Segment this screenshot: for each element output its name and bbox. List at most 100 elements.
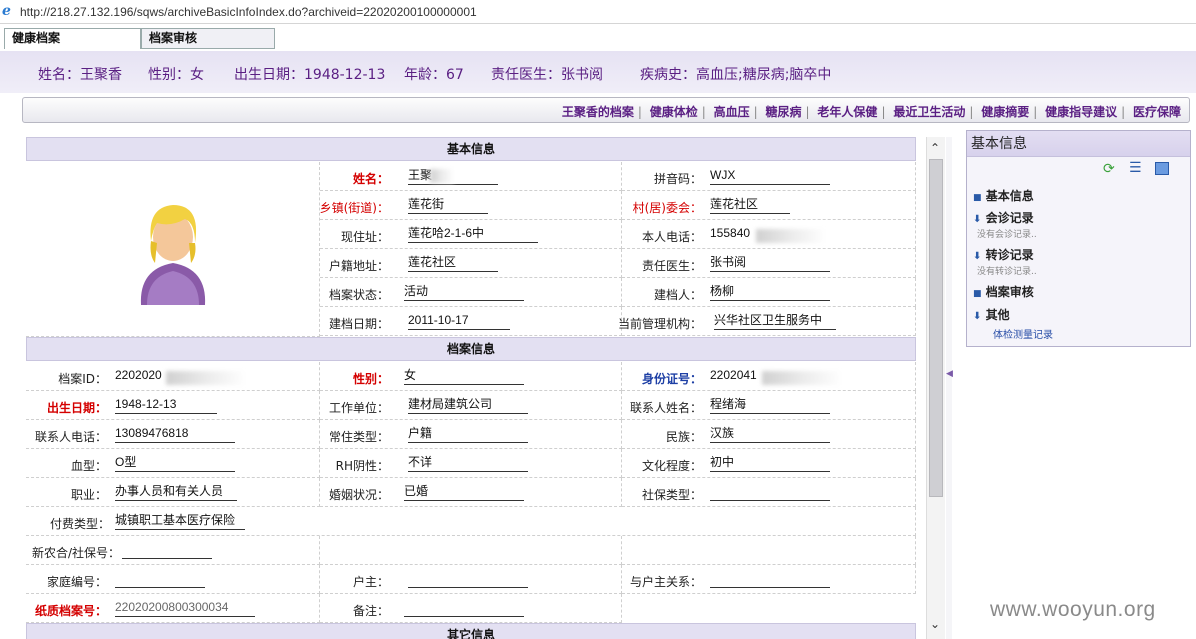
field-family[interactable] [115,569,205,588]
scroll-up-icon[interactable]: ⌃ [930,141,940,155]
cell-family: 家庭编号： [26,565,320,594]
cell-nccms: 新农合/社保号： [26,536,320,565]
list-icon[interactable]: ☰ [1129,160,1142,176]
field-job[interactable]: 办事人员和有关人员 [115,482,237,501]
cell-education: 文化程度： 初中 [622,449,916,478]
nav-link-my-archive[interactable]: 王聚香的档案 [562,105,634,119]
field-doctor[interactable]: 张书阅 [710,253,830,272]
url-text[interactable]: http://218.27.132.196/sqws/archiveBasicI… [20,5,477,19]
field-org[interactable]: 兴华社区卫生服务中 [714,311,836,330]
cell-hukou: 户籍地址： 莲花社区 [320,249,622,278]
nav-separator: | [881,105,886,119]
side-item-other[interactable]: ⬇ 其他 [973,306,1010,323]
vertical-scrollbar[interactable]: ⌃ ⌄ [926,137,945,639]
label-phone: 本人电话： [641,230,702,244]
label-pinyin: 拼音码： [653,172,702,186]
nav-separator: | [753,105,758,119]
cell-residence: 常住类型： 户籍 [320,420,622,449]
cell-org: 当前管理机构： 兴华社区卫生服务中 [618,307,916,336]
field-relation[interactable] [710,569,830,588]
header-gender: 性别：女 [148,67,204,83]
nav-separator: | [701,105,706,119]
nav-link-recent-activity[interactable]: 最近卫生活动 [893,105,965,119]
redaction-blur [430,169,454,183]
label-paper: 纸质档案号： [34,604,107,618]
field-address[interactable]: 莲花哈2-1-6中 [408,224,538,243]
bullet-icon: ■ [973,289,982,299]
cell-relation: 与户主关系： [622,565,916,594]
label-rh: RH阴性： [335,459,389,473]
nav-link-checkup[interactable]: 健康体检 [650,105,698,119]
field-pinyin[interactable]: WJX [710,166,830,185]
field-status[interactable]: 活动 [404,282,524,301]
field-village[interactable]: 莲花社区 [710,195,790,214]
nav-link-elderly[interactable]: 老年人保健 [817,105,877,119]
field-nccms[interactable] [122,540,212,559]
label-work: 工作单位： [328,401,389,415]
side-item-referral[interactable]: ⬇ 转诊记录 [973,246,1034,263]
tab-health-archive[interactable]: 健康档案 [4,28,141,49]
field-blood[interactable]: O型 [115,453,235,472]
scroll-down-icon[interactable]: ⌄ [930,617,940,631]
field-head[interactable] [408,569,528,588]
side-link-measurement[interactable]: 体检测量记录 [993,326,1053,341]
cell-job: 职业： 办事人员和有关人员 [26,478,320,507]
grid-view-icon[interactable] [1155,162,1169,175]
nav-separator: | [1121,105,1126,119]
scroll-thumb[interactable] [929,159,943,497]
field-marriage[interactable]: 已婚 [404,482,524,501]
field-archive-id[interactable]: 2202020 [115,366,170,385]
side-item-basic-info[interactable]: ■ 基本信息 [973,187,1034,204]
field-hukou[interactable]: 莲花社区 [408,253,498,272]
cell-rh: RH阴性： 不详 [320,449,622,478]
cell-gender: 性别： 女 [320,362,622,391]
nav-link-insurance[interactable]: 医疗保障 [1133,105,1181,119]
field-contact-phone[interactable]: 13089476818 [115,424,235,443]
side-item-consult[interactable]: ⬇ 会诊记录 [973,209,1034,226]
label-ethnic: 民族： [665,430,702,444]
field-dob[interactable]: 1948-12-13 [115,395,217,414]
nav-link-summary[interactable]: 健康摘要 [981,105,1029,119]
nav-link-hypertension[interactable]: 高血压 [714,105,750,119]
field-social[interactable] [710,482,830,501]
side-panel: 基本信息 ⟳ ☰ ■ 基本信息 ⬇ 会诊记录 没有会诊记录.. ⬇ 转诊记录 没… [966,130,1191,347]
field-contact[interactable]: 程绪海 [710,395,830,414]
label-name: 姓名： [352,172,389,186]
download-arrow-icon: ⬇ [973,214,982,225]
cell-note: 备注： [320,594,622,623]
label-creator: 建档人： [653,288,702,302]
tab-archive-review[interactable]: 档案审核 [141,28,275,49]
field-paper[interactable]: 22020200800300034 [115,598,255,617]
field-residence[interactable]: 户籍 [408,424,528,443]
section-basic-info: 基本信息 [26,137,916,161]
field-rh[interactable]: 不详 [408,453,528,472]
collapse-arrow-icon[interactable]: ◀ [946,369,953,379]
field-work[interactable]: 建材局建筑公司 [408,395,528,414]
field-pay[interactable]: 城镇职工基本医疗保险 [115,511,245,530]
cell-marriage: 婚姻状况： 已婚 [320,478,622,507]
field-note[interactable] [404,598,524,617]
section-archive-info: 档案信息 [26,337,916,361]
download-arrow-icon: ⬇ [973,251,982,262]
cell-town: 乡镇(街道)： 莲花街 [320,191,622,220]
cell-paper: 纸质档案号： 22020200800300034 [26,594,320,623]
nav-link-diabetes[interactable]: 糖尿病 [766,105,802,119]
field-creator[interactable]: 杨柳 [710,282,830,301]
field-education[interactable]: 初中 [710,453,830,472]
archive-form: 基本信息 姓名： 王聚 拼音码： WJX 乡镇(街道)： 莲花街 村(居)委会： 莲花社… [26,137,916,639]
field-date[interactable]: 2011-10-17 [408,311,510,330]
cell-social: 社保类型： [622,478,916,507]
field-idcard[interactable]: 2202041 [710,366,765,385]
splitter-handle[interactable]: ◀ [946,137,953,639]
field-phone[interactable]: 155840 [710,224,760,243]
field-ethnic[interactable]: 汉族 [710,424,830,443]
side-item-archive-review[interactable]: ■ 档案审核 [973,283,1034,300]
nav-separator: | [637,105,642,119]
refresh-icon[interactable]: ⟳ [1103,161,1115,177]
nav-link-guidance[interactable]: 健康指导建议 [1045,105,1117,119]
field-town[interactable]: 莲花街 [408,195,488,214]
field-gender[interactable]: 女 [404,366,524,385]
label-social: 社保类型： [641,488,702,502]
cell-date: 建档日期： 2011-10-17 [320,307,622,336]
address-bar[interactable]: e http://218.27.132.196/sqws/archiveBasi… [0,0,1196,24]
